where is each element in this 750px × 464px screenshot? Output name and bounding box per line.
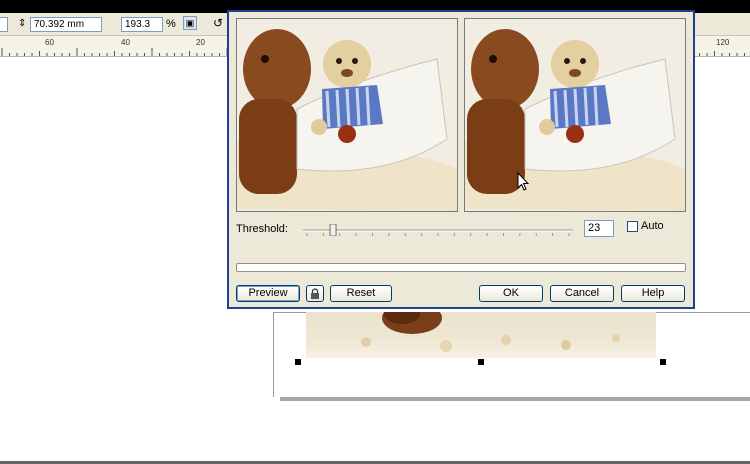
original-preview [236, 18, 458, 212]
height-field[interactable]: 70.392 mm [30, 17, 102, 32]
teddy-bear-image [237, 19, 457, 211]
rotate-icon[interactable]: ↺ [213, 16, 223, 30]
ruler-label: 60 [45, 38, 54, 47]
lock-icon [311, 288, 319, 299]
teddy-bear-image [465, 19, 685, 211]
progress-bar [236, 263, 686, 272]
selection-handle[interactable] [660, 359, 666, 365]
ruler-label: 40 [121, 38, 130, 47]
threshold-value-field[interactable]: 23 [584, 220, 614, 237]
lock-ratio-icon[interactable]: ▣ [183, 16, 197, 30]
ruler-label: 120 [716, 38, 730, 47]
threshold-label: Threshold: [236, 223, 288, 235]
threshold-slider[interactable] [303, 224, 573, 236]
cancel-button[interactable]: Cancel [550, 285, 614, 302]
photo-remnant-art [361, 312, 620, 352]
help-button[interactable]: Help [621, 285, 685, 302]
percent-label: % [166, 18, 176, 30]
result-preview [464, 18, 686, 212]
ok-button[interactable]: OK [479, 285, 543, 302]
slider-thumb[interactable] [329, 224, 337, 236]
zoom-field[interactable]: 193.3 [121, 17, 163, 32]
ruler-label: 20 [196, 38, 205, 47]
selection-handle[interactable] [295, 359, 301, 365]
width-field-fragment[interactable] [0, 17, 8, 32]
height-icon: ⇕ [18, 18, 27, 29]
reset-button[interactable]: Reset [330, 285, 392, 302]
auto-checkbox[interactable] [627, 221, 638, 232]
mouse-pointer-icon [517, 172, 530, 191]
photo-remnant[interactable] [306, 312, 656, 358]
threshold-dialog: Threshold: 23 Auto Preview Reset OK Canc… [227, 10, 695, 309]
preview-button[interactable]: Preview [236, 285, 300, 302]
auto-label[interactable]: Auto [641, 220, 664, 232]
selection-handle[interactable] [478, 359, 484, 365]
lock-preview-button[interactable] [306, 285, 324, 302]
